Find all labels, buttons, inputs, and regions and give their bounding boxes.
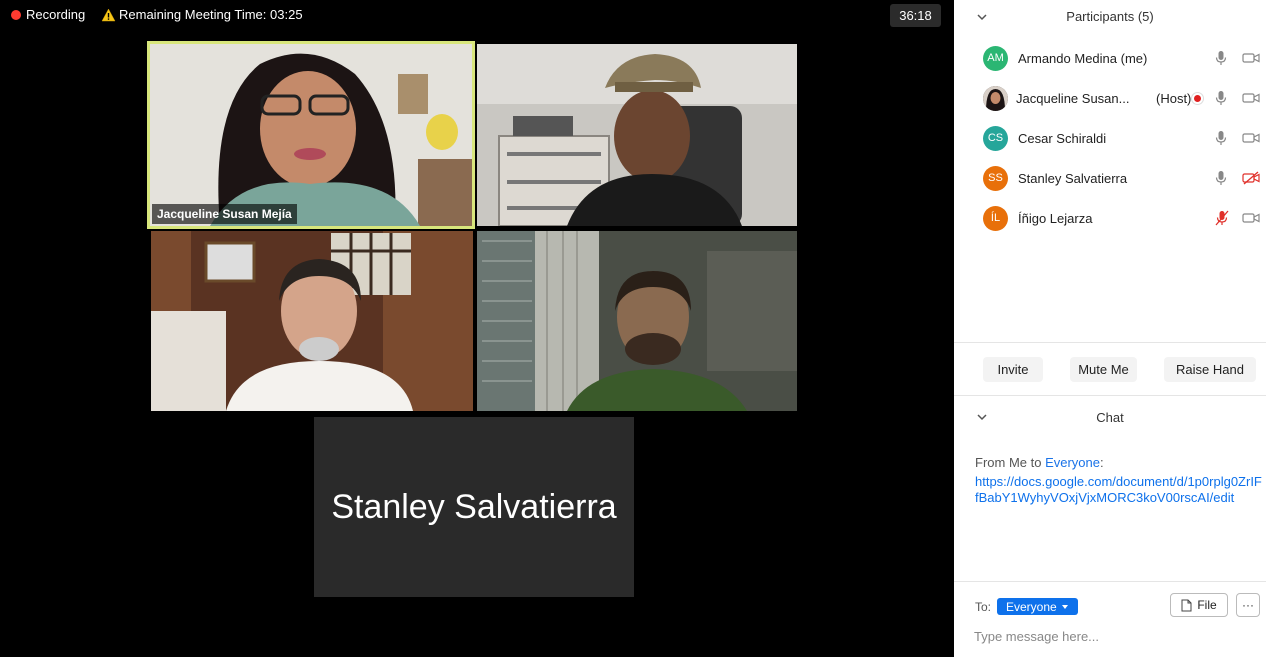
participant-row[interactable]: ÍL Íñigo Lejarza <box>954 198 1266 238</box>
sender-prefix: From Me to <box>975 455 1046 470</box>
recording-indicator-icon <box>1194 94 1201 102</box>
camera-off-participant-name: Stanley Salvatierra <box>331 487 617 526</box>
host-label: (Host) <box>1156 90 1192 106</box>
video-tile-participant-2[interactable] <box>477 44 797 226</box>
microphone-icon[interactable] <box>1215 90 1227 106</box>
to-label: To: <box>975 600 992 614</box>
avatar: CS <box>983 125 1008 151</box>
chat-message-link[interactable]: https://docs.google.com/document/d/1p0rp… <box>975 474 1263 506</box>
recipient-everyone[interactable]: Everyone <box>1045 455 1100 470</box>
invite-button[interactable]: Invite <box>983 357 1043 382</box>
chat-message-sender: From Me to Everyone: <box>975 455 1104 470</box>
recipient-select[interactable]: Everyone <box>997 598 1078 615</box>
video-camera-icon[interactable] <box>1242 92 1260 104</box>
recording-indicator[interactable]: Recording <box>11 7 85 22</box>
participant-row[interactable]: AM Armando Medina (me) <box>954 38 1266 78</box>
more-options-button[interactable]: ··· <box>1236 593 1260 617</box>
file-label: File <box>1197 598 1217 612</box>
file-icon <box>1181 599 1192 611</box>
raise-hand-button[interactable]: Raise Hand <box>1164 357 1256 382</box>
microphone-icon[interactable] <box>1215 170 1227 186</box>
participant-name: Stanley Salvatierra <box>1018 170 1128 186</box>
participant-row[interactable]: Jacqueline Susan... (Host) <box>954 78 1266 118</box>
participant-name: Íñigo Lejarza <box>1018 210 1093 226</box>
chat-message-input[interactable] <box>974 626 1254 646</box>
participant-name-tag: Jacqueline Susan Mejía <box>152 204 297 224</box>
video-feed <box>477 231 797 411</box>
participant-row[interactable]: CS Cesar Schiraldi <box>954 118 1266 158</box>
video-tile-camera-off[interactable]: Stanley Salvatierra <box>314 417 634 597</box>
microphone-icon[interactable] <box>1215 50 1227 66</box>
meeting-timer: 36:18 <box>890 4 941 27</box>
participant-row[interactable]: SS Stanley Salvatierra <box>954 158 1266 198</box>
caret-down-icon <box>1061 604 1068 609</box>
video-camera-icon[interactable] <box>1242 212 1260 224</box>
video-camera-icon[interactable] <box>1242 52 1260 64</box>
chat-compose: To: Everyone File ··· <box>954 581 1266 657</box>
video-camera-off-icon[interactable] <box>1242 171 1260 185</box>
video-tile-participant-4[interactable] <box>477 231 797 411</box>
zoom-meeting-window: Recording Remaining Meeting Time: 03:25 … <box>0 0 1266 657</box>
mute-me-button[interactable]: Mute Me <box>1070 357 1137 382</box>
avatar: SS <box>983 165 1008 191</box>
recording-dot-icon <box>11 9 21 20</box>
chat-header: Chat <box>954 397 1266 439</box>
file-button[interactable]: File <box>1170 593 1228 617</box>
video-tile-participant-3[interactable] <box>151 231 473 411</box>
recording-label: Recording <box>26 7 86 22</box>
video-camera-icon[interactable] <box>1242 132 1260 144</box>
chat-title: Chat <box>1096 410 1124 425</box>
remaining-time-label: Remaining Meeting Time: 03:25 <box>119 7 303 22</box>
warning-icon <box>101 7 116 22</box>
video-tile-jacqueline[interactable]: Jacqueline Susan Mejía <box>147 41 475 229</box>
participants-list: AM Armando Medina (me) Jacqueline Susan.… <box>954 38 1266 238</box>
participants-title: Participants (5) <box>1066 9 1154 24</box>
video-feed <box>150 44 472 226</box>
participant-name: Armando Medina (me) <box>1018 50 1148 66</box>
recipient-value: Everyone <box>1006 599 1057 614</box>
side-panel: Participants (5) AM Armando Medina (me) … <box>954 0 1266 657</box>
participant-name: Cesar Schiraldi <box>1018 130 1107 146</box>
avatar-photo <box>983 85 1008 111</box>
microphone-muted-icon[interactable] <box>1215 210 1229 226</box>
participant-name: Jacqueline Susan... <box>1016 90 1130 106</box>
sender-suffix: : <box>1100 455 1104 470</box>
video-feed <box>151 231 473 411</box>
microphone-icon[interactable] <box>1215 130 1227 146</box>
participants-actions: Invite Mute Me Raise Hand <box>954 342 1266 396</box>
participants-header: Participants (5) <box>954 0 1266 34</box>
avatar: AM <box>983 45 1008 71</box>
remaining-time-indicator: Remaining Meeting Time: 03:25 <box>101 7 303 22</box>
video-feed <box>477 44 797 226</box>
avatar: ÍL <box>983 205 1008 231</box>
